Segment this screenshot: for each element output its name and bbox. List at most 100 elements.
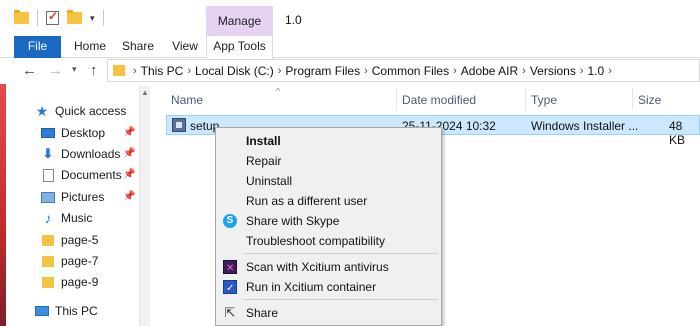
properties-icon[interactable] (46, 9, 59, 25)
recent-locations-chevron-icon[interactable]: ▾ (72, 64, 77, 75)
menu-item-label: Run in Xcitium container (246, 280, 377, 294)
sidebar-item-label: page-9 (61, 275, 99, 289)
manage-tab-group: Manage (206, 6, 273, 36)
quick-access-toolbar: ▾ (14, 9, 104, 26)
breadcrumb-local-disk[interactable]: Local Disk (C:) (195, 64, 274, 78)
sidebar-item-downloads[interactable]: ⬇ Downloads (41, 144, 121, 164)
tab-share[interactable]: Share (122, 36, 154, 58)
xcitium-container-icon (223, 279, 237, 299)
up-arrow-icon[interactable]: ↑ (90, 62, 98, 79)
menu-item-label: Share (246, 306, 279, 320)
toolbar-divider (102, 10, 104, 26)
toolbar-divider (37, 10, 38, 26)
breadcrumb-separator-icon[interactable]: › (580, 65, 584, 77)
pin-icon[interactable]: 📌 (123, 127, 135, 138)
column-divider[interactable] (632, 88, 633, 110)
column-header-date[interactable]: Date modified (402, 93, 476, 107)
sidebar-item-page-5[interactable]: page-5 (41, 230, 98, 250)
xcitium-antivirus-icon (223, 259, 237, 279)
breadcrumb-separator-icon[interactable]: › (187, 65, 191, 77)
new-folder-icon[interactable] (67, 10, 82, 24)
column-divider[interactable] (396, 88, 397, 110)
folder-icon[interactable] (14, 10, 29, 24)
menu-item-repair[interactable]: Repair (216, 151, 441, 171)
sidebar-item-desktop[interactable]: Desktop (41, 123, 105, 143)
back-arrow-icon[interactable]: ← (22, 62, 37, 79)
share-icon: ⇱ (224, 305, 236, 320)
sidebar-item-quick-access[interactable]: ★ Quick access (35, 101, 127, 121)
tab-file[interactable]: File (14, 36, 61, 58)
sidebar-item-label: Music (61, 211, 93, 225)
address-bar[interactable]: › This PC › Local Disk (C:) › Program Fi… (107, 59, 700, 82)
background-edge (0, 84, 6, 326)
breadcrumb-separator-icon[interactable]: › (364, 65, 368, 77)
navigation-bar: ← → ▾ ↑ › This PC › Local Disk (C:) › Pr… (0, 58, 700, 83)
menu-item-label: Repair (246, 154, 282, 168)
sidebar-item-label: page-7 (61, 254, 99, 268)
menu-item-share[interactable]: ⇱ Share (216, 303, 441, 323)
tab-view[interactable]: View (171, 36, 199, 58)
breadcrumb-current[interactable]: 1.0 (588, 64, 605, 78)
sidebar-item-label: This PC (55, 304, 98, 318)
breadcrumb-separator-icon[interactable]: › (453, 65, 457, 77)
breadcrumb-program-files[interactable]: Program Files (285, 64, 360, 78)
pictures-icon (41, 191, 55, 203)
forward-arrow-icon[interactable]: → (48, 62, 63, 79)
tab-app-tools[interactable]: App Tools (206, 36, 273, 59)
tab-home[interactable]: Home (74, 36, 106, 58)
file-size: 48 KB (669, 119, 686, 147)
navigation-pane-scrollbar[interactable]: ▲ (139, 86, 150, 326)
sidebar-item-page-7[interactable]: page-7 (41, 251, 98, 271)
sidebar-item-music[interactable]: ♪ Music (41, 208, 93, 228)
menu-item-uninstall[interactable]: Uninstall (216, 171, 441, 191)
breadcrumb-separator-icon[interactable]: › (278, 65, 282, 77)
folder-icon (42, 255, 54, 267)
title-bar: ▾ Manage 1.0 (0, 0, 700, 36)
breadcrumb-this-pc[interactable]: This PC (141, 64, 184, 78)
column-header-name[interactable]: Name (171, 93, 203, 107)
pin-icon[interactable]: 📌 (123, 148, 135, 159)
breadcrumb-separator-icon[interactable]: › (608, 65, 612, 77)
pin-icon[interactable]: 📌 (123, 169, 135, 180)
menu-item-run-xcitium-container[interactable]: Run in Xcitium container (216, 277, 441, 299)
sidebar-item-label: Quick access (55, 104, 127, 118)
computer-icon (35, 306, 49, 316)
menu-item-label: Uninstall (246, 174, 293, 188)
column-header-size[interactable]: Size (638, 93, 661, 107)
menu-item-troubleshoot-compatibility[interactable]: Troubleshoot compatibility (216, 231, 441, 251)
folder-icon (42, 234, 54, 246)
window-title: 1.0 (285, 13, 302, 27)
pin-icon[interactable]: 📌 (123, 191, 135, 202)
breadcrumb-adobe-air[interactable]: Adobe AIR (461, 64, 518, 78)
column-header-type[interactable]: Type (531, 93, 557, 107)
menu-item-install[interactable]: Install (216, 131, 441, 151)
sidebar-item-label: Desktop (61, 126, 106, 140)
folder-icon (113, 65, 125, 76)
breadcrumb-common-files[interactable]: Common Files (372, 64, 449, 78)
menu-item-label: Scan with Xcitium antivirus (246, 260, 389, 274)
sidebar-item-label: Documents (61, 168, 122, 182)
menu-item-run-as-different-user[interactable]: Run as a different user (216, 191, 441, 211)
desktop-icon (41, 128, 55, 138)
sidebar-item-this-pc[interactable]: This PC (35, 301, 98, 321)
column-divider[interactable] (525, 88, 526, 110)
ribbon-tabs: File Home Share View App Tools (0, 36, 700, 59)
menu-item-label: Troubleshoot compatibility (246, 234, 385, 248)
file-type: Windows Installer ... (531, 119, 639, 133)
scroll-up-icon[interactable]: ▲ (141, 88, 149, 97)
sidebar-item-pictures[interactable]: Pictures (41, 187, 104, 207)
menu-separator (244, 253, 438, 254)
menu-item-label: Share with Skype (246, 214, 340, 228)
menu-item-label: Run as a different user (246, 194, 368, 208)
documents-icon (42, 168, 54, 182)
menu-item-share-with-skype[interactable]: S Share with Skype (216, 211, 441, 231)
breadcrumb-versions[interactable]: Versions (530, 64, 576, 78)
sidebar-item-page-9[interactable]: page-9 (41, 272, 98, 292)
sidebar-item-documents[interactable]: Documents (41, 165, 122, 185)
breadcrumb-separator-icon[interactable]: › (522, 65, 526, 77)
sort-ascending-icon: ^ (276, 86, 281, 96)
menu-item-scan-xcitium[interactable]: Scan with Xcitium antivirus (216, 257, 441, 279)
breadcrumb-separator-icon[interactable]: › (133, 65, 137, 77)
customize-toolbar-icon[interactable]: ▾ (90, 13, 95, 24)
skype-icon: S (223, 214, 237, 228)
